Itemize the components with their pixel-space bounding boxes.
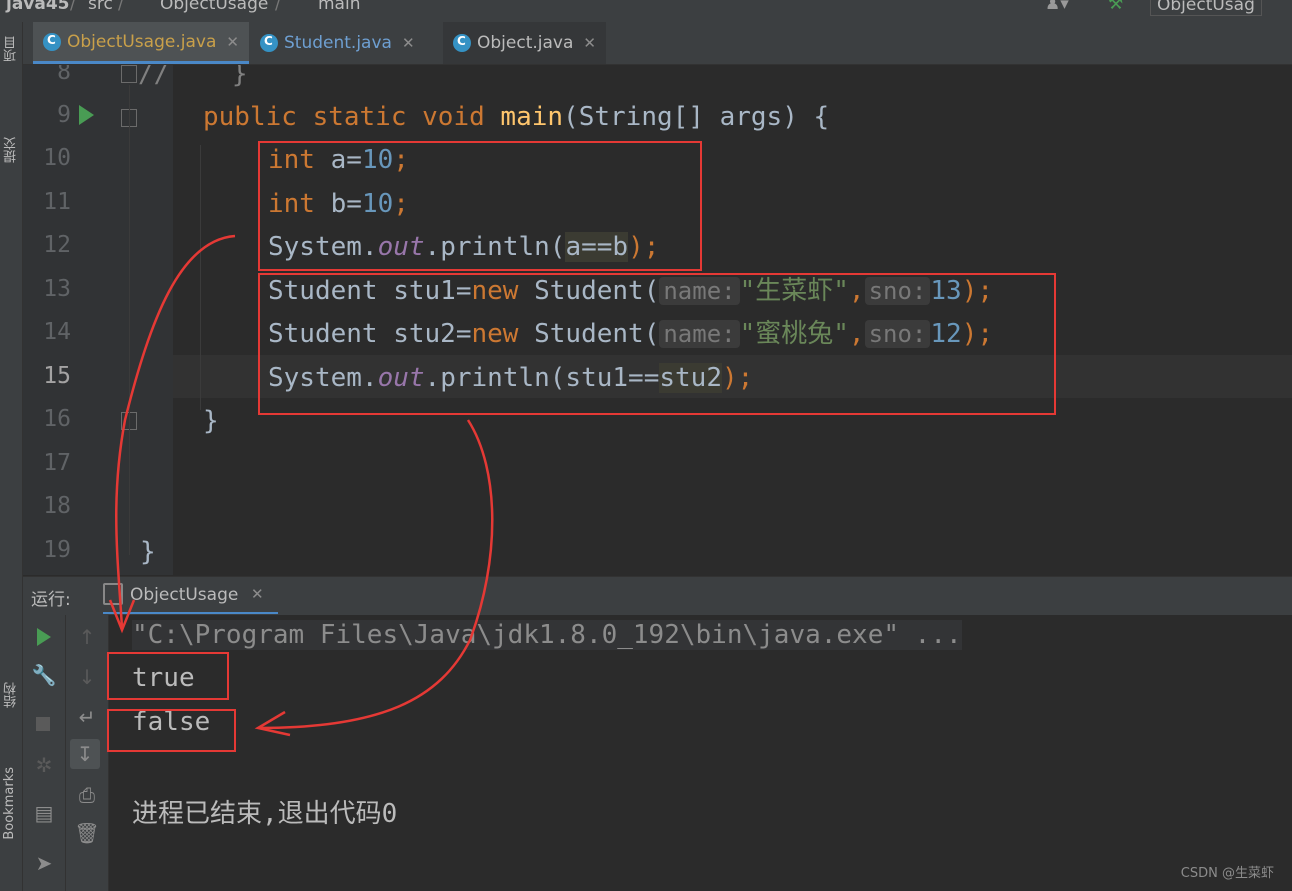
arrow-to-true bbox=[115, 234, 236, 629]
arrow-to-false bbox=[259, 419, 494, 730]
arrow-head-false bbox=[254, 710, 291, 737]
watermark: CSDN @生菜虾 bbox=[1180, 866, 1274, 881]
annotation-arrows bbox=[108, 234, 494, 737]
